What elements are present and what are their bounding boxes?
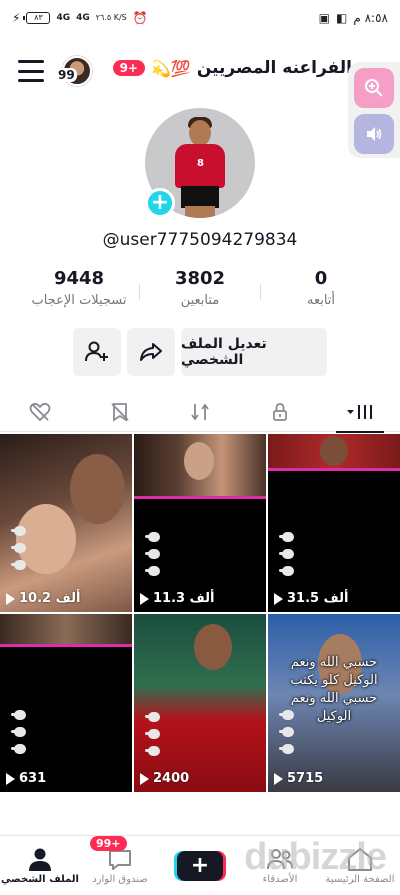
video-thumbnail[interactable]: 11.3 ألف	[134, 434, 266, 612]
view-count: 10.2 ألف	[6, 591, 80, 606]
add-friend-icon	[85, 341, 108, 362]
view-count-text: 5715	[287, 771, 324, 786]
profile-icon	[29, 848, 51, 871]
friends-icon	[267, 849, 293, 870]
nav-label: الملف الشخصي	[1, 874, 79, 885]
play-icon	[6, 772, 15, 785]
video-thumbnail[interactable]: 2400	[134, 614, 266, 792]
view-count-text: 2400	[153, 771, 190, 786]
add-friend-button[interactable]	[73, 328, 121, 376]
tab-videos[interactable]	[332, 392, 388, 433]
share-profile-button[interactable]	[127, 328, 175, 376]
share-icon	[140, 343, 162, 361]
charging-icon: ⚡	[12, 11, 21, 25]
view-count: 2400	[140, 771, 189, 786]
stat-label: تسجيلات الإعجاب	[31, 293, 127, 308]
title-wrap[interactable]: الفراعنه المصريين 💯💫 9+	[112, 58, 352, 78]
video-thumbnail[interactable]: 31.5 ألف	[268, 434, 400, 612]
nav-label: الصفحة الرئيسية	[325, 874, 395, 885]
stat-value: 0	[314, 268, 328, 289]
favorites-hidden-icon	[111, 402, 129, 422]
stat-label: أتابعه	[306, 293, 336, 308]
gallery-icon: ▣	[318, 11, 331, 25]
profile-stats: 0 أتابعه 3802 متابعين 9448 تسجيلات الإعج…	[0, 268, 400, 316]
battery-indicator: ٨٣	[23, 12, 51, 24]
edit-profile-button[interactable]: تعديل الملف الشخصي	[181, 328, 327, 376]
page-title: الفراعنه المصريين	[196, 58, 352, 78]
view-count-text: 31.5 ألف	[287, 591, 349, 606]
avatar-jersey-number: 8	[197, 158, 204, 169]
home-icon	[348, 847, 372, 871]
tab-liked[interactable]	[12, 392, 68, 432]
video-thumbnail[interactable]: 10.2 ألف	[0, 434, 132, 612]
play-icon	[274, 772, 283, 785]
alarm-icon: ⏰	[132, 11, 148, 25]
title-emoji: 💯💫	[150, 58, 191, 78]
play-icon	[6, 592, 15, 605]
view-count: 11.3 ألف	[140, 591, 214, 606]
play-icon	[274, 592, 283, 605]
stat-value: 3802	[174, 268, 226, 289]
play-icon	[140, 592, 149, 605]
view-count-text: 631	[19, 771, 47, 786]
sound-icon[interactable]	[354, 114, 394, 154]
play-icon	[140, 772, 149, 785]
view-count-text: 11.3 ألف	[153, 591, 215, 606]
nav-create[interactable]: +	[162, 850, 238, 881]
network-speed: ٢٦.٥ K/S	[95, 13, 127, 22]
cast-icon: ◧	[336, 11, 348, 25]
inbox-badge: 99+	[90, 836, 127, 851]
plus-icon: +	[177, 850, 223, 881]
tab-private[interactable]	[252, 392, 308, 432]
video-grid: 10.2 ألف 11.3 ألف 31.5 ألف 631 2400 حسبي…	[0, 434, 400, 792]
zoom-icon[interactable]	[354, 68, 394, 108]
stat-following[interactable]: 0 أتابعه	[261, 268, 381, 316]
tab-favorites[interactable]	[92, 392, 148, 432]
network-1: 4G	[56, 13, 71, 23]
stat-likes[interactable]: 9448 تسجيلات الإعجاب	[19, 268, 139, 316]
view-count-text: 10.2 ألف	[19, 591, 81, 606]
profile-actions: تعديل الملف الشخصي	[73, 328, 327, 376]
view-count: 31.5 ألف	[274, 591, 348, 606]
tab-reposts[interactable]	[172, 392, 228, 432]
nav-label: الأصدقاء	[262, 874, 298, 885]
repost-icon	[191, 403, 209, 420]
status-left: ⚡ ٨٣ 4G 4G ٢٦.٥ K/S ⏰	[12, 11, 148, 25]
view-count: 5715	[274, 771, 323, 786]
view-count: 631	[6, 771, 46, 786]
liked-hidden-icon	[29, 402, 51, 421]
bottom-navigation: الصفحة الرئيسية الأصدقاء + 99+ صندوق الو…	[0, 835, 400, 895]
grid-icon	[347, 404, 372, 419]
stat-label: متابعين	[180, 293, 220, 308]
network-2: 4G	[76, 13, 90, 23]
menu-icon[interactable]	[18, 60, 44, 82]
stat-value: 9448	[53, 268, 105, 289]
friends-count: 99	[56, 68, 77, 82]
status-bar: ⚡ ٨٣ 4G 4G ٢٦.٥ K/S ⏰ ▣ ◧ ٨:٥٨ م	[0, 0, 400, 36]
nav-inbox[interactable]: 99+ صندوق الوارد	[82, 836, 158, 885]
stat-followers[interactable]: 3802 متابعين	[140, 268, 260, 316]
nav-home[interactable]: الصفحة الرئيسية	[322, 846, 398, 885]
username: @user7775094279834	[102, 230, 298, 250]
nav-friends[interactable]: الأصدقاء	[242, 846, 318, 885]
notification-badge: 9+	[112, 60, 145, 76]
profile-header: 99 الفراعنه المصريين 💯💫 9+	[0, 50, 400, 94]
status-time: ٨:٥٨ م	[353, 11, 388, 25]
content-tabs	[0, 392, 400, 433]
add-story-button[interactable]: +	[145, 188, 175, 218]
lock-icon	[273, 402, 287, 421]
video-thumbnail[interactable]: حسبي الله ونعم الوكيل كلو يكتب حسبي الله…	[268, 614, 400, 792]
status-right: ▣ ◧ ٨:٥٨ م	[319, 11, 388, 25]
nav-label: صندوق الوارد	[92, 874, 148, 885]
nav-profile[interactable]: الملف الشخصي	[1, 846, 79, 885]
profile-avatar-wrap: 8 +	[145, 108, 255, 218]
video-thumbnail[interactable]: 631	[0, 614, 132, 792]
